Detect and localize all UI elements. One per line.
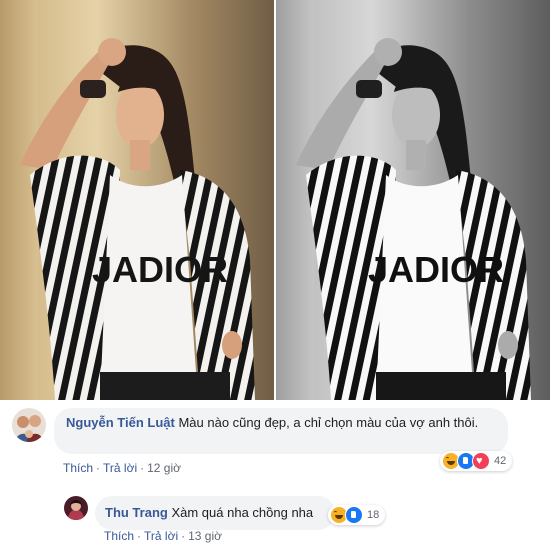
comment-actions: Thích · Trả lời · 13 giờ [104, 529, 222, 543]
reaction-summary[interactable]: 18 [328, 505, 386, 525]
color-photo[interactable]: JADIOR [0, 0, 274, 400]
avatar-image [12, 408, 46, 442]
comment-author[interactable]: Nguyễn Tiến Luật [66, 415, 175, 430]
shirt-print-text: JADIOR [368, 249, 504, 290]
comment-author[interactable]: Thu Trang [105, 505, 168, 520]
separator-dot: · [96, 461, 101, 475]
reply-link[interactable]: Trả lời [103, 461, 137, 475]
reaction-count: 18 [367, 509, 380, 521]
photo-illustration: JADIOR [276, 0, 550, 400]
comment-bubble: Thu Trang Xàm quá nha chồng nha [95, 496, 335, 530]
photo-illustration: JADIOR [0, 0, 274, 400]
comment-text: Màu nào cũng đẹp, a chỉ chọn màu của vợ … [178, 415, 479, 430]
reply-link[interactable]: Trả lời [144, 529, 178, 543]
comment-timestamp[interactable]: 12 giờ [147, 461, 181, 475]
love-reaction-icon [472, 452, 490, 470]
photo-comparison: JADIOR JADIOR [0, 0, 550, 400]
separator-dot: · [137, 529, 142, 543]
comment-timestamp[interactable]: 13 giờ [188, 529, 222, 543]
comment-actions: Thích · Trả lời · 12 giờ [63, 461, 181, 475]
like-link[interactable]: Thích [104, 529, 134, 543]
like-link[interactable]: Thích [63, 461, 93, 475]
black-and-white-photo[interactable]: JADIOR [276, 0, 550, 400]
reaction-summary[interactable]: 42 [440, 451, 513, 471]
comment-text: Xàm quá nha chồng nha [171, 505, 314, 520]
separator-dot: · [181, 529, 186, 543]
reaction-count: 42 [494, 455, 507, 467]
separator-dot: · [140, 461, 145, 475]
comment-section: Nguyễn Tiến Luật Màu nào cũng đẹp, a chỉ… [0, 400, 550, 551]
comment-bubble: Nguyễn Tiến Luật Màu nào cũng đẹp, a chỉ… [54, 408, 508, 454]
avatar-image [64, 496, 88, 520]
avatar[interactable] [64, 496, 88, 520]
like-reaction-icon [345, 506, 363, 524]
shirt-print-text: JADIOR [92, 249, 228, 290]
avatar[interactable] [12, 408, 46, 442]
